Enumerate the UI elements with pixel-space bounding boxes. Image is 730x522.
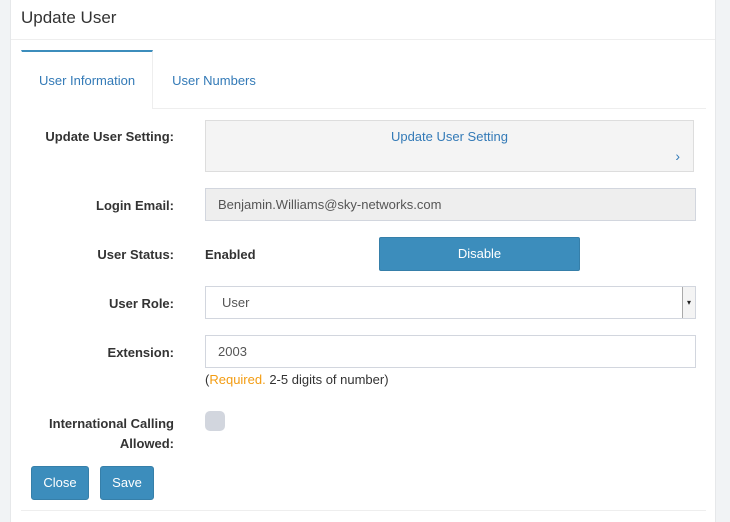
- international-calling-label: International Calling Allowed:: [4, 414, 174, 454]
- footer-divider: [21, 510, 706, 511]
- user-role-label: User Role:: [108, 296, 174, 311]
- help-rest: 2-5 digits of number): [265, 372, 389, 387]
- login-email-label: Login Email:: [96, 198, 174, 213]
- update-user-setting-label: Update User Setting:: [45, 129, 174, 144]
- user-status-label: User Status:: [97, 247, 174, 262]
- close-button[interactable]: Close: [31, 466, 89, 500]
- international-calling-label-line1: International Calling: [49, 416, 174, 431]
- international-calling-label-line2: Allowed:: [119, 436, 174, 451]
- page-title: Update User: [21, 8, 117, 27]
- user-role-value: User: [222, 295, 250, 310]
- title-divider: [11, 39, 715, 40]
- update-user-panel: Update User User Information User Number…: [10, 0, 716, 522]
- international-calling-checkbox[interactable]: [205, 411, 225, 431]
- disable-button[interactable]: Disable: [379, 237, 580, 271]
- extension-input[interactable]: 2003: [205, 335, 696, 368]
- extension-help-text: (Required. 2-5 digits of number): [205, 372, 389, 387]
- chevron-right-icon: ›: [675, 148, 680, 164]
- login-email-field: Benjamin.Williams@sky-networks.com: [205, 188, 696, 221]
- user-status-value: Enabled: [205, 247, 256, 262]
- save-button[interactable]: Save: [100, 466, 154, 500]
- update-user-setting-text: Update User Setting: [390, 129, 509, 144]
- extension-label: Extension:: [107, 345, 174, 360]
- tab-bar: User Information User Numbers: [21, 50, 706, 109]
- update-user-setting-link[interactable]: Update User Setting ›: [205, 120, 694, 172]
- required-marker: Required.: [209, 372, 266, 387]
- dropdown-arrow-icon: ▾: [682, 287, 695, 318]
- tab-user-information[interactable]: User Information: [21, 50, 153, 109]
- tab-user-numbers[interactable]: User Numbers: [163, 50, 265, 108]
- user-role-select[interactable]: User ▾: [205, 286, 696, 319]
